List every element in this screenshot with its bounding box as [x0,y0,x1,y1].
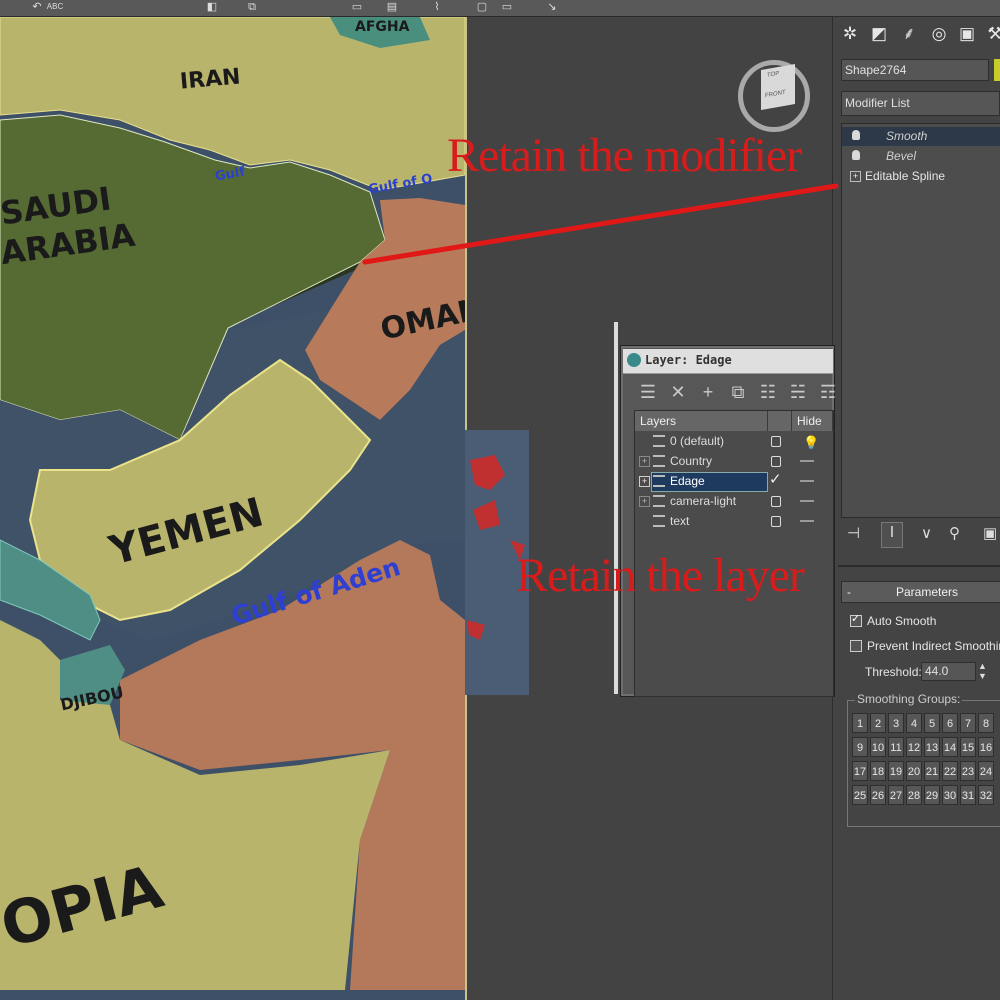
annotation-retain-modifier: Retain the modifier [447,129,802,182]
annotation-pointer-line [362,183,839,265]
annotation-retain-layer: Retain the layer [516,549,805,602]
